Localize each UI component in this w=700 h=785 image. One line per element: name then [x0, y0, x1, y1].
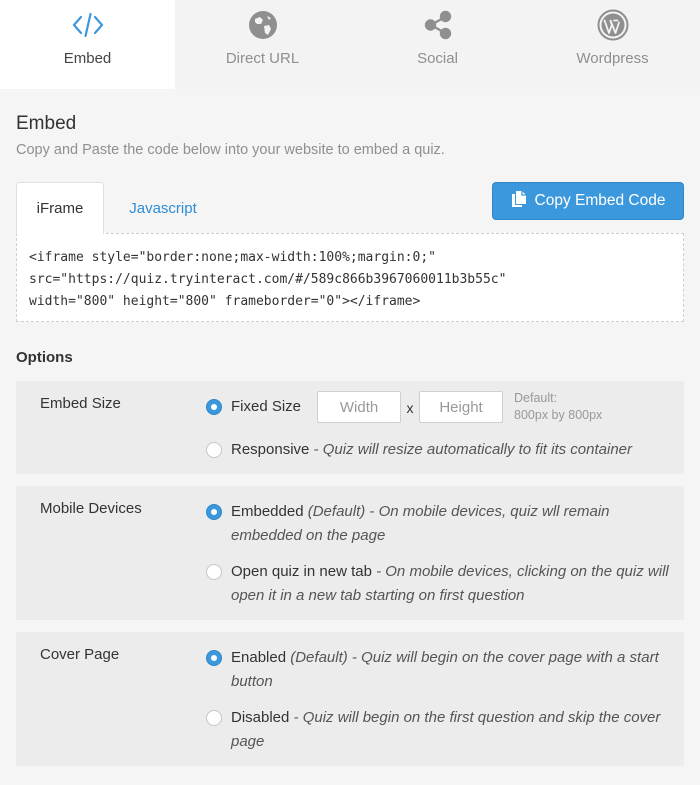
size-default-title: Default: — [514, 391, 558, 405]
responsive-label: Responsive — [231, 441, 310, 458]
new-tab-radio[interactable] — [206, 564, 222, 580]
copy-embed-code-label: Copy Embed Code — [534, 192, 666, 209]
embed-size-label: Embed Size — [40, 395, 121, 412]
cover-disabled-radio[interactable] — [206, 710, 222, 726]
cover-enabled-option-text: Enabled (Default) - Quiz will begin on t… — [231, 646, 671, 694]
cover-enabled-description: (Default) - Quiz will begin on the cover… — [231, 649, 659, 690]
wordpress-icon — [596, 8, 630, 42]
tab-wordpress-label: Wordpress — [576, 50, 649, 67]
responsive-option-text: Responsive - Quiz will resize automatica… — [231, 438, 671, 462]
cover-enabled-label: Enabled — [231, 649, 287, 666]
page-description: Copy and Paste the code below into your … — [16, 142, 445, 158]
fixed-size-label: Fixed Size — [231, 398, 302, 415]
options-heading: Options — [16, 349, 73, 366]
new-tab-option-text: Open quiz in new tab - On mobile devices… — [231, 560, 671, 608]
tab-javascript[interactable]: Javascript — [118, 182, 208, 234]
copy-icon — [511, 190, 527, 213]
tab-social-label: Social — [417, 50, 458, 67]
embedded-label: Embedded — [231, 503, 304, 520]
cover-page-label: Cover Page — [40, 646, 120, 663]
size-separator: x — [406, 400, 414, 416]
cover-enabled-radio[interactable] — [206, 650, 222, 666]
share-icon — [421, 8, 455, 42]
tab-direct-url-label: Direct URL — [225, 50, 300, 67]
code-tabs-bar: iFrame Javascript Copy Embed Code — [16, 182, 684, 234]
code-icon — [71, 8, 105, 42]
mobile-devices-option: Mobile Devices Embedded (Default) - On m… — [16, 486, 684, 620]
cover-page-option: Cover Page Enabled (Default) - Quiz will… — [16, 632, 684, 766]
tab-direct-url[interactable]: Direct URL — [175, 0, 350, 89]
embedded-radio[interactable] — [206, 504, 222, 520]
new-tab-label: Open quiz in new tab — [231, 563, 372, 580]
code-line: <iframe style="border:none;max-width:100… — [29, 250, 436, 265]
share-method-tabs: Embed Direct URL Social Wordpress — [0, 0, 700, 89]
code-line: width="800" height="800" frameborder="0"… — [29, 294, 421, 309]
width-input[interactable] — [317, 391, 402, 423]
cover-disabled-label: Disabled — [231, 709, 290, 726]
responsive-description: - Quiz will resize automatically to fit … — [309, 441, 633, 458]
size-default-hint: Default: 800px by 800px — [514, 390, 602, 424]
embed-code-box[interactable]: <iframe style="border:none;max-width:100… — [16, 233, 684, 322]
embed-size-option: Embed Size Fixed Size x Default: 800px b… — [16, 381, 684, 474]
globe-icon — [246, 8, 280, 42]
tab-embed-label: Embed — [63, 50, 112, 67]
tab-embed[interactable]: Embed — [0, 0, 175, 89]
responsive-radio[interactable] — [206, 442, 222, 458]
size-default-value: 800px by 800px — [514, 408, 603, 422]
tab-wordpress[interactable]: Wordpress — [525, 0, 700, 89]
embed-panel: Embed Copy and Paste the code below into… — [0, 113, 700, 766]
embedded-option-text: Embedded (Default) - On mobile devices, … — [231, 500, 671, 548]
mobile-devices-label: Mobile Devices — [40, 500, 142, 517]
page-title: Embed — [16, 113, 77, 134]
tab-social[interactable]: Social — [350, 0, 525, 89]
cover-disabled-description: - Quiz will begin on the first question … — [231, 709, 661, 750]
copy-embed-code-button[interactable]: Copy Embed Code — [492, 182, 684, 220]
fixed-size-radio[interactable] — [206, 399, 222, 415]
height-input[interactable] — [419, 391, 504, 423]
code-line: src="https://quiz.tryinteract.com/#/589c… — [29, 272, 507, 287]
cover-disabled-option-text: Disabled - Quiz will begin on the first … — [231, 706, 671, 754]
tab-iframe[interactable]: iFrame — [16, 182, 104, 234]
